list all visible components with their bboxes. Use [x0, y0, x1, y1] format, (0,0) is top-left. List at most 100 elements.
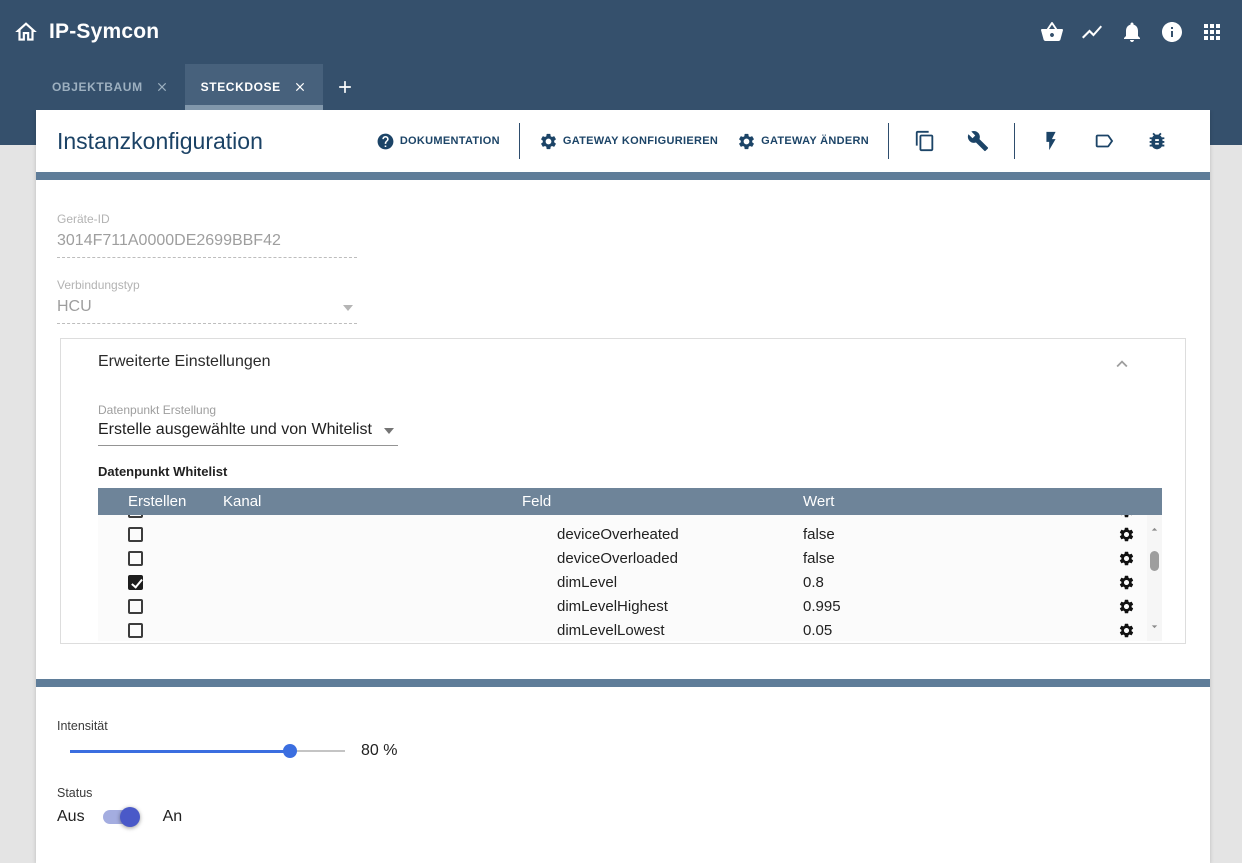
row-checkbox[interactable] — [128, 551, 143, 566]
table-row[interactable]: deviceId 3014F711A0000DE2699BBF42 — [98, 515, 1147, 522]
toggle-thumb[interactable] — [120, 807, 140, 827]
basket-icon[interactable] — [1040, 20, 1064, 44]
slider-fill — [70, 750, 290, 753]
row-checkbox[interactable] — [128, 515, 143, 518]
chevron-up-icon[interactable] — [1111, 353, 1133, 375]
gear-icon[interactable] — [1118, 515, 1135, 519]
trend-icon[interactable] — [1080, 20, 1104, 44]
chevron-down-icon — [384, 428, 394, 434]
row-value: false — [773, 550, 1106, 567]
table-row[interactable]: dimLevelLowest 0.05 — [98, 618, 1147, 641]
column-header-feld: Feld — [492, 493, 773, 510]
device-id-label: Geräte-ID — [57, 212, 357, 226]
apps-grid-icon[interactable] — [1200, 20, 1224, 44]
table-scrollbar[interactable] — [1147, 515, 1162, 641]
plus-icon — [335, 77, 355, 97]
connection-type-field[interactable]: Verbindungstyp HCU — [57, 278, 357, 324]
gateway-change-label: GATEWAY ÄNDERN — [761, 135, 869, 147]
status-label: Status — [57, 786, 1210, 800]
tab-label: STECKDOSE — [201, 80, 281, 94]
close-icon[interactable] — [155, 80, 169, 94]
row-checkbox[interactable] — [128, 623, 143, 638]
row-value: false — [773, 526, 1106, 543]
connection-type-value: HCU — [57, 298, 92, 315]
label-icon[interactable] — [1093, 130, 1115, 152]
table-row[interactable]: deviceOverheated false — [98, 522, 1147, 546]
device-id-field: Geräte-ID 3014F711A0000DE2699BBF42 — [57, 212, 357, 258]
datapoint-creation-value: Erstelle ausgewählte und von Whitelist — [98, 421, 372, 438]
scroll-up-icon[interactable] — [1148, 523, 1161, 536]
whitelist-table-viewport: deviceId 3014F711A0000DE2699BBF42 device… — [98, 515, 1162, 641]
row-checkbox[interactable] — [128, 527, 143, 542]
page-title: Instanzkonfiguration — [57, 128, 263, 155]
row-field: dimLevelLowest — [492, 622, 773, 639]
home-icon — [13, 19, 39, 45]
chevron-down-icon — [343, 305, 353, 311]
row-field: dimLevel — [492, 574, 773, 591]
brand[interactable]: IP-Symcon — [13, 19, 159, 45]
datapoint-creation-field[interactable]: Datenpunkt Erstellung Erstelle ausgewähl… — [98, 403, 398, 446]
help-icon — [376, 132, 395, 151]
slider-thumb[interactable] — [283, 744, 297, 758]
panel-body: Datenpunkt Erstellung Erstelle ausgewähl… — [61, 403, 1161, 641]
info-icon[interactable] — [1160, 20, 1184, 44]
gateway-change-button[interactable]: GATEWAY ÄNDERN — [737, 132, 869, 151]
flash-icon[interactable] — [1040, 130, 1062, 152]
intensity-label: Intensität — [57, 719, 1210, 733]
table-row[interactable]: deviceOverloaded false — [98, 546, 1147, 570]
table-row[interactable]: dimLevelHighest 0.995 — [98, 594, 1147, 618]
gear-icon[interactable] — [1118, 622, 1135, 639]
topbar: IP-Symcon — [0, 0, 1242, 64]
row-value: 3014F711A0000DE2699BBF42 — [773, 515, 1106, 519]
gateway-configure-button[interactable]: GATEWAY KONFIGURIEREN — [539, 132, 718, 151]
tabbar: OBJEKTBAUM STECKDOSE — [0, 64, 1242, 110]
datapoint-creation-select[interactable]: Erstelle ausgewählte und von Whitelist — [98, 421, 398, 446]
panel-title: Erweiterte Einstellungen — [98, 353, 271, 371]
toolbar-separator — [519, 123, 520, 159]
panel-header: Erweiterte Einstellungen — [61, 353, 1161, 375]
row-value: 0.8 — [773, 574, 1106, 591]
copy-icon[interactable] — [914, 130, 936, 152]
row-field: deviceId — [492, 515, 773, 519]
status-off-label: Aus — [57, 808, 85, 826]
row-checkbox[interactable] — [128, 575, 143, 590]
app-title: IP-Symcon — [49, 20, 159, 44]
gear-icon[interactable] — [1118, 550, 1135, 567]
bug-icon[interactable] — [1146, 130, 1168, 152]
row-field: dimLevelHighest — [492, 598, 773, 615]
documentation-label: DOKUMENTATION — [400, 135, 500, 147]
row-field: deviceOverheated — [492, 526, 773, 543]
gear-icon — [539, 132, 558, 151]
intensity-slider[interactable] — [70, 741, 345, 761]
toolbar-separator — [1014, 123, 1015, 159]
add-tab-button[interactable] — [323, 64, 367, 110]
toolbar-actions: DOKUMENTATION GATEWAY KONFIGURIEREN GATE… — [376, 123, 1174, 159]
connection-type-select[interactable]: HCU — [57, 298, 357, 324]
tab-objektbaum[interactable]: OBJEKTBAUM — [36, 64, 185, 110]
datapoint-creation-label: Datenpunkt Erstellung — [98, 403, 398, 417]
gear-icon — [737, 132, 756, 151]
gear-icon[interactable] — [1118, 598, 1135, 615]
scrollbar-thumb[interactable] — [1150, 551, 1159, 571]
gear-icon[interactable] — [1118, 526, 1135, 543]
row-value: 0.05 — [773, 622, 1106, 639]
close-icon[interactable] — [293, 80, 307, 94]
topbar-icons — [1040, 20, 1224, 44]
intensity-value: 80 % — [361, 742, 397, 760]
status-on-label: An — [163, 808, 183, 826]
wrench-icon[interactable] — [967, 130, 989, 152]
row-value: 0.995 — [773, 598, 1106, 615]
status-toggle[interactable] — [103, 810, 137, 824]
bell-icon[interactable] — [1120, 20, 1144, 44]
scroll-down-icon[interactable] — [1148, 620, 1161, 633]
gateway-configure-label: GATEWAY KONFIGURIEREN — [563, 135, 718, 147]
documentation-button[interactable]: DOKUMENTATION — [376, 132, 500, 151]
row-checkbox[interactable] — [128, 599, 143, 614]
whitelist-label: Datenpunkt Whitelist — [98, 464, 1161, 479]
tab-steckdose[interactable]: STECKDOSE — [185, 64, 323, 110]
table-row[interactable]: dimLevel 0.8 — [98, 570, 1147, 594]
whitelist-table-header: Erstellen Kanal Feld Wert — [98, 488, 1162, 515]
gear-icon[interactable] — [1118, 574, 1135, 591]
whitelist-table: Erstellen Kanal Feld Wert deviceId 3014F… — [98, 488, 1162, 641]
status-toggle-row: Aus An — [57, 806, 1210, 828]
